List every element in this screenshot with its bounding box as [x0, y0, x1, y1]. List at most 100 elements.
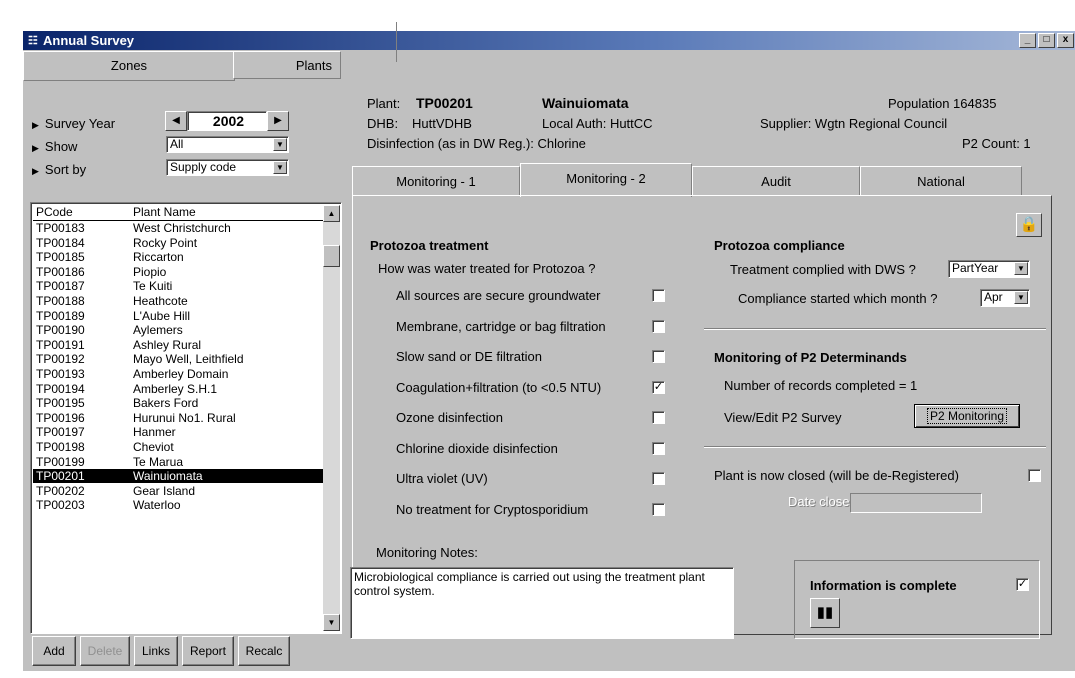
list-item[interactable]: TP00202 Gear Island — [33, 484, 325, 498]
tab-monitoring-1[interactable]: Monitoring - 1 — [352, 166, 520, 195]
plant-code-cell: TP00187 — [36, 279, 85, 294]
show-select[interactable]: All ▼ — [166, 136, 289, 153]
closed-checkbox[interactable] — [1028, 469, 1041, 482]
list-item[interactable]: TP00196 Hurunui No1. Rural — [33, 411, 325, 425]
list-item[interactable]: TP00203 Waterloo — [33, 498, 325, 512]
list-item[interactable]: TP00195 Bakers Ford — [33, 396, 325, 410]
treatment-option-checkbox[interactable] — [652, 350, 665, 363]
tab-plants[interactable]: Plants — [233, 51, 341, 79]
list-item[interactable]: TP00191 Ashley Rural — [33, 338, 325, 352]
scroll-thumb[interactable] — [323, 245, 340, 267]
close-button[interactable]: x — [1057, 33, 1074, 48]
plant-name-cell: Te Kuiti — [133, 279, 173, 294]
list-item[interactable]: TP00189 L'Aube Hill — [33, 309, 325, 323]
plant-name-cell: Hanmer — [133, 425, 176, 440]
plant-code-cell: TP00192 — [36, 352, 85, 367]
report-button[interactable]: Report — [182, 636, 234, 666]
treatment-option-checkbox[interactable] — [652, 441, 665, 455]
list-scrollbar[interactable]: ▲ ▼ — [323, 205, 340, 631]
add-button[interactable]: Add — [32, 636, 76, 666]
dhb-value: HuttVDHB — [412, 116, 472, 131]
list-item[interactable]: TP00192 Mayo Well, Leithfield — [33, 352, 325, 366]
list-item[interactable]: TP00198 Cheviot — [33, 440, 325, 454]
column-header-pcode[interactable]: PCode — [36, 205, 73, 219]
treatment-option-label: Ultra violet (UV) — [396, 471, 488, 486]
plant-code-cell: TP00197 — [36, 425, 85, 440]
dhb-label: DHB: — [367, 116, 399, 131]
chevron-down-icon[interactable]: ▼ — [273, 161, 287, 174]
protozoa-question: How was water treated for Protozoa ? — [378, 261, 596, 276]
treatment-option-checkbox[interactable] — [652, 502, 665, 516]
tab-audit[interactable]: Audit — [692, 166, 860, 195]
treatment-option-label: All sources are secure groundwater — [396, 288, 601, 303]
list-item[interactable]: TP00185 Riccarton — [33, 250, 325, 264]
chevron-down-icon[interactable]: ▼ — [1014, 291, 1028, 304]
treatment-option-checkbox[interactable]: ✓ — [652, 380, 665, 394]
tab-national[interactable]: National — [860, 166, 1022, 195]
list-item[interactable]: TP00187 Te Kuiti — [33, 279, 325, 293]
recalc-button[interactable]: Recalc — [238, 636, 290, 666]
p2-monitoring-button[interactable]: P2 Monitoring — [914, 404, 1020, 428]
scroll-up-icon[interactable]: ▲ — [323, 205, 340, 222]
triangle-right-icon: ▶ — [32, 120, 39, 130]
tab-zones[interactable]: Zones — [23, 51, 235, 81]
p2-records: Number of records completed = 1 — [724, 378, 918, 393]
notes-label: Monitoring Notes: — [376, 545, 478, 560]
maximize-button[interactable]: □ — [1038, 33, 1055, 48]
list-item[interactable]: TP00184 Rocky Point — [33, 236, 325, 250]
divider — [396, 22, 397, 62]
year-next-button[interactable]: ▶ — [267, 111, 289, 131]
list-item[interactable]: TP00194 Amberley S.H.1 — [33, 382, 325, 396]
book-icon[interactable]: ▮▮ — [810, 598, 840, 628]
plant-name-cell: Wainuiomata — [133, 469, 203, 484]
treatment-option-checkbox[interactable] — [652, 472, 665, 485]
plant-name-cell: Amberley S.H.1 — [133, 381, 218, 396]
year-prev-button[interactable]: ◀ — [165, 111, 187, 131]
show-value: All — [170, 137, 184, 151]
list-item[interactable]: TP00199 Te Marua — [33, 455, 325, 469]
plant-code-cell: TP00186 — [36, 264, 85, 279]
list-item[interactable]: TP00186 Piopio — [33, 265, 325, 279]
supplier: Supplier: Wgtn Regional Council — [760, 116, 948, 131]
plant-code-cell: TP00203 — [36, 498, 85, 513]
chevron-down-icon[interactable]: ▼ — [273, 138, 287, 151]
notes-textarea[interactable]: Microbiological compliance is carried ou… — [350, 567, 734, 639]
window-menu-icon[interactable]: ☷ — [28, 34, 38, 47]
survey-year-field[interactable]: 2002 — [187, 111, 267, 131]
plant-list[interactable]: PCode Plant Name TP00183 West Christchurc… — [30, 202, 342, 634]
month-select[interactable]: Apr ▼ — [980, 289, 1030, 307]
chevron-down-icon[interactable]: ▼ — [1014, 262, 1028, 275]
divider — [704, 328, 1046, 330]
closed-label: Plant is now closed (will be de-Register… — [714, 468, 959, 483]
treatment-option-checkbox[interactable] — [652, 319, 665, 333]
lock-icon[interactable]: 🔒 — [1016, 213, 1042, 237]
tab-monitoring-2[interactable]: Monitoring - 2 — [520, 163, 692, 197]
column-header-plant-name[interactable]: Plant Name — [133, 205, 196, 219]
links-button[interactable]: Links — [134, 636, 178, 666]
list-item[interactable]: TP00183 West Christchurch — [33, 221, 325, 235]
delete-button[interactable]: Delete — [80, 636, 130, 666]
plant-name-cell: Rocky Point — [133, 235, 198, 250]
scroll-down-icon[interactable]: ▼ — [323, 614, 340, 631]
plant-name-cell: Mayo Well, Leithfield — [133, 352, 244, 367]
minimize-button[interactable]: _ — [1019, 33, 1036, 48]
p2-title: Monitoring of P2 Determinands — [714, 350, 907, 365]
plant-name-cell: Waterloo — [133, 498, 181, 513]
list-item[interactable]: TP00197 Hanmer — [33, 425, 325, 439]
list-item[interactable]: TP00190 Aylemers — [33, 323, 325, 337]
plant-name-cell: West Christchurch — [133, 221, 231, 235]
plant-code-cell: TP00189 — [36, 308, 85, 323]
info-complete-checkbox[interactable]: ✓ — [1016, 578, 1029, 591]
sort-select[interactable]: Supply code ▼ — [166, 159, 289, 176]
info-complete-label: Information is complete — [810, 578, 957, 593]
list-item[interactable]: TP00188 Heathcote — [33, 294, 325, 308]
title-bar[interactable]: ☷ Annual Survey _ □ x — [23, 31, 1075, 50]
p2-monitoring-label: P2 Monitoring — [926, 408, 1008, 424]
plant-code-cell: TP00191 — [36, 337, 85, 352]
window-title: Annual Survey — [43, 33, 135, 48]
list-item[interactable]: TP00193 Amberley Domain — [33, 367, 325, 381]
treatment-option-checkbox[interactable] — [652, 411, 665, 424]
list-item[interactable]: TP00201 Wainuiomata — [33, 469, 325, 484]
treatment-option-checkbox[interactable] — [652, 289, 665, 302]
complied-select[interactable]: PartYear ▼ — [948, 260, 1030, 278]
